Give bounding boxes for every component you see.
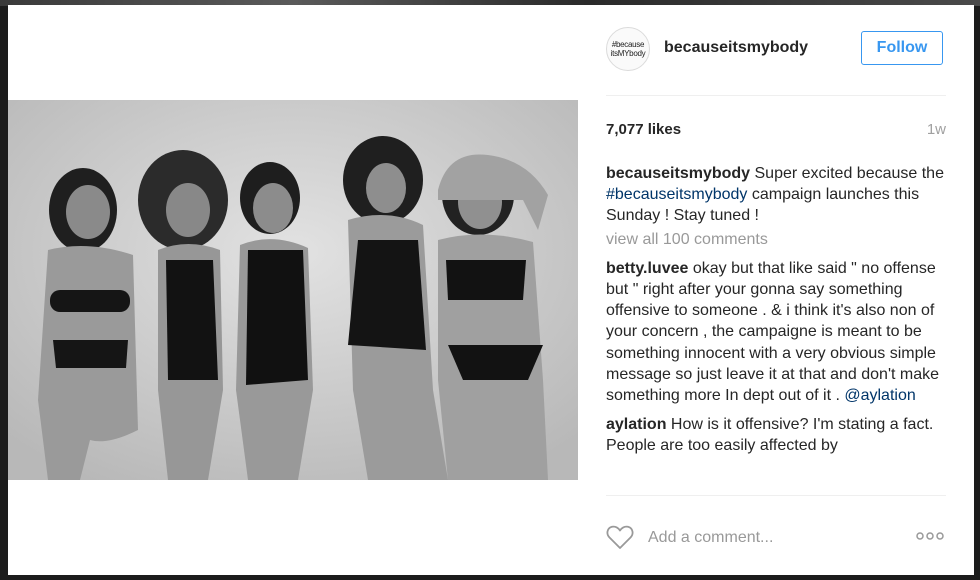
- comment-text: okay but that like said " no offense but…: [606, 259, 940, 405]
- comment-gap: [606, 406, 946, 414]
- avatar-text-line-2: itsMYbody: [610, 49, 646, 58]
- person-5: [438, 154, 548, 480]
- hashtag-link[interactable]: #becauseitsmybody: [606, 186, 747, 203]
- post-header: #because itsMYbody becauseitsmybody Foll…: [606, 5, 946, 96]
- comments-list[interactable]: becauseitsmybody Super excited because t…: [606, 163, 946, 495]
- comments-fade: [606, 475, 946, 497]
- caption-text-1: Super excited because the: [750, 165, 944, 182]
- view-all-comments-link[interactable]: view all 100 comments: [606, 229, 946, 250]
- post-time[interactable]: 1w: [927, 121, 946, 138]
- more-options-icon[interactable]: [916, 530, 944, 542]
- comment: betty.luvee okay but that like said " no…: [606, 258, 946, 406]
- likes-count[interactable]: 7,077 likes: [606, 121, 681, 138]
- username-link[interactable]: becauseitsmybody: [664, 39, 808, 57]
- comment-username[interactable]: betty.luvee: [606, 260, 688, 277]
- caption-username[interactable]: becauseitsmybody: [606, 165, 750, 182]
- heart-icon[interactable]: [606, 524, 634, 550]
- post-photo[interactable]: [8, 100, 578, 480]
- caption: becauseitsmybody Super excited because t…: [606, 163, 946, 227]
- comment-username[interactable]: aylation: [606, 416, 666, 433]
- follow-button[interactable]: Follow: [861, 31, 943, 65]
- comment: aylation How is it offensive? I'm statin…: [606, 414, 946, 456]
- mention-link[interactable]: @aylation: [844, 387, 915, 404]
- avatar-text-line-1: #because: [611, 40, 645, 49]
- post-side-panel: #because itsMYbody becauseitsmybody Foll…: [606, 5, 946, 575]
- post-footer: [606, 495, 946, 575]
- post-dialog: #because itsMYbody becauseitsmybody Foll…: [8, 5, 974, 575]
- avatar[interactable]: #because itsMYbody: [606, 27, 650, 71]
- photo-image: [8, 100, 578, 480]
- add-comment-input[interactable]: [648, 526, 888, 550]
- likes-row: 7,077 likes 1w: [606, 119, 946, 141]
